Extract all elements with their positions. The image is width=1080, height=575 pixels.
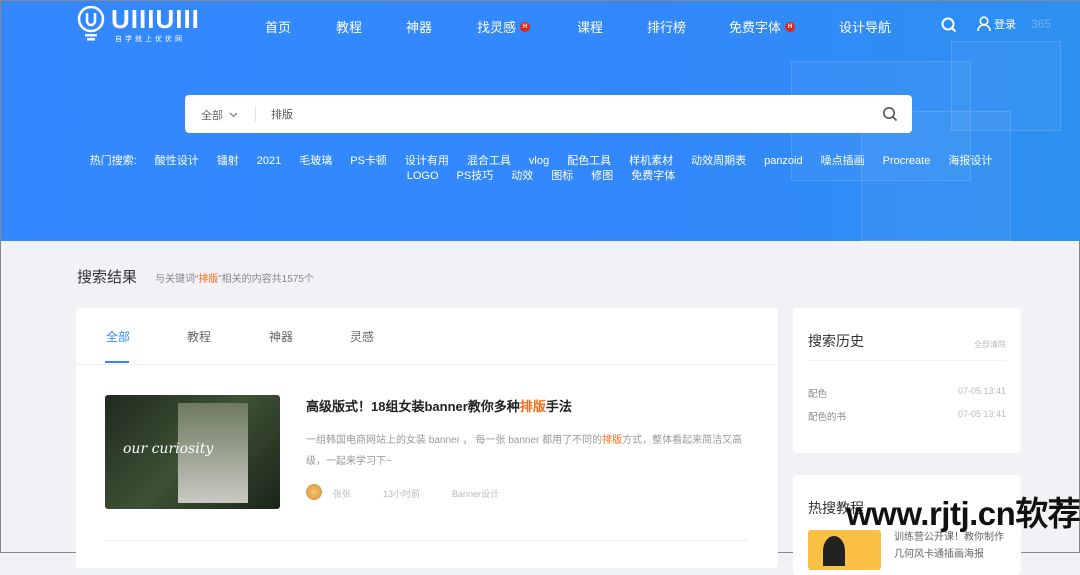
- title-text: 高级版式！18组女装banner教你多种: [306, 399, 520, 414]
- hot-search-term[interactable]: 配色工具: [567, 155, 611, 167]
- author-name[interactable]: 张张: [333, 487, 351, 500]
- hot-search-list: 热门搜索: 酸性设计 镭射 2021 毛玻璃 PS卡顿 设计有用 混合工具 vlog 配色工具 样机…: [1, 154, 1080, 184]
- history-time: 07-05 13:41: [957, 409, 1006, 419]
- hot-search-label: 热门搜索:: [89, 155, 137, 167]
- thumbnail-text: our curiosity: [123, 441, 214, 457]
- summary-suffix: ”相关的内容共1575个: [218, 274, 314, 285]
- hot-search-term[interactable]: 图标: [551, 170, 573, 182]
- post-time: 13小时前: [383, 489, 421, 499]
- clear-history-button[interactable]: 全部清除: [974, 339, 1006, 350]
- hot-search-term[interactable]: 动效周期表: [691, 155, 746, 167]
- hot-search-term[interactable]: 2021: [257, 155, 281, 167]
- hot-badge: H: [785, 22, 796, 32]
- nav-tutorials[interactable]: 教程: [336, 17, 362, 36]
- login-label: 登录: [994, 19, 1016, 31]
- hot-search-term[interactable]: 修图: [591, 170, 613, 182]
- summary-keyword: 排版: [198, 274, 219, 285]
- hot-search-term[interactable]: 样机素材: [629, 155, 673, 167]
- hot-badge: H: [520, 22, 531, 32]
- history-item[interactable]: 配色: [808, 386, 827, 400]
- title-keyword: 排版: [519, 399, 546, 414]
- thumbnail-figure: [823, 536, 845, 566]
- logo-bulb-icon: [77, 6, 105, 41]
- tab-tutorials[interactable]: 教程: [187, 328, 211, 345]
- category-select[interactable]: 全部: [201, 107, 238, 123]
- tab-tools[interactable]: 神器: [269, 328, 293, 345]
- hot-search-term[interactable]: PS卡顿: [350, 155, 387, 167]
- tab-inspiration[interactable]: 灵感: [350, 328, 374, 345]
- history-item[interactable]: 配色的书: [808, 409, 846, 423]
- article-thumbnail[interactable]: our curiosity: [105, 395, 280, 509]
- chevron-down-icon: [229, 112, 238, 118]
- nav-free-fonts[interactable]: 免费字体 H: [729, 17, 796, 36]
- results-panel: 全部 教程 神器 灵感 our curiosity 高级版式！18组女装bann…: [76, 308, 778, 568]
- hot-search-term[interactable]: LOGO: [407, 170, 439, 182]
- hot-search-term[interactable]: 免费字体: [631, 170, 675, 182]
- tab-all[interactable]: 全部: [106, 328, 130, 345]
- top-nav: UIIIUIII 自学就上优优网 首页 教程 神器 找灵感 H 课程 排行榜 免费…: [1, 1, 1080, 49]
- search-submit-icon[interactable]: [882, 106, 898, 122]
- history-title: 搜索历史: [808, 333, 864, 349]
- hot-search-term[interactable]: 镭射: [217, 155, 239, 167]
- tutorial-thumbnail[interactable]: [808, 530, 881, 570]
- hero-banner: UIIIUIII 自学就上优优网 首页 教程 神器 找灵感 H 课程 排行榜 免费…: [1, 1, 1080, 241]
- extra-link[interactable]: 365: [1031, 17, 1051, 31]
- page-title: 搜索结果: [77, 269, 138, 286]
- hot-search-term[interactable]: 动效: [511, 170, 533, 182]
- hot-search-term[interactable]: 噪点插画: [821, 155, 865, 167]
- decoration: [951, 41, 1061, 131]
- title-text: 手法: [545, 399, 572, 414]
- nav-design-navigation[interactable]: 设计导航: [839, 17, 891, 36]
- desc-keyword: 排版: [602, 435, 623, 446]
- logo[interactable]: UIIIUIII 自学就上优优网: [77, 4, 200, 43]
- logo-text: UIIIUIII: [111, 4, 200, 34]
- desc-text: 一组韩国电商网站上的女装 banner ， 每一张 banner 都用了不同的: [306, 435, 603, 446]
- hot-search-term[interactable]: panzoid: [764, 155, 803, 167]
- divider: [808, 360, 1006, 361]
- nav-home[interactable]: 首页: [265, 17, 291, 36]
- article-category[interactable]: Banner设计: [452, 487, 499, 500]
- login-button[interactable]: 登录: [977, 16, 1016, 32]
- search-icon[interactable]: [941, 17, 957, 33]
- logo-tagline: 自学就上优优网: [115, 36, 185, 43]
- category-value: 全部: [201, 110, 223, 122]
- search-bar: 全部: [185, 95, 912, 133]
- watermark: www.rjtj.cn软荐网: [846, 495, 1080, 532]
- divider: [105, 540, 749, 541]
- nav-inspiration[interactable]: 找灵感 H: [477, 17, 531, 36]
- nav-courses[interactable]: 课程: [577, 17, 603, 36]
- hot-search-term[interactable]: Procreate: [883, 155, 931, 167]
- user-icon: [977, 16, 991, 32]
- search-input[interactable]: [271, 104, 851, 124]
- nav-tools[interactable]: 神器: [406, 17, 432, 36]
- results-summary: 与关键词“排版”相关的内容共1575个: [155, 270, 314, 285]
- active-tab-indicator: [105, 361, 129, 363]
- hot-search-term[interactable]: vlog: [529, 155, 549, 167]
- hot-search-term[interactable]: 海报设计: [948, 155, 992, 167]
- hot-search-term[interactable]: 毛玻璃: [299, 155, 332, 167]
- history-time: 07-05 13:41: [957, 386, 1006, 396]
- hot-search-term[interactable]: 酸性设计: [155, 155, 199, 167]
- divider: [255, 106, 256, 122]
- article-description: 一组韩国电商网站上的女装 banner ， 每一张 banner 都用了不同的排…: [306, 430, 751, 472]
- nav-label: 免费字体: [729, 20, 782, 35]
- nav-label: 找灵感: [477, 20, 517, 35]
- hot-search-term[interactable]: 设计有用: [405, 155, 449, 167]
- summary-prefix: 与关键词“: [155, 274, 199, 285]
- divider: [76, 364, 778, 365]
- hot-search-term[interactable]: PS技巧: [457, 170, 494, 182]
- article-title[interactable]: 高级版式！18组女装banner教你多种排版手法: [306, 396, 572, 415]
- author-avatar[interactable]: [306, 484, 322, 500]
- nav-ranking[interactable]: 排行榜: [647, 17, 686, 36]
- hot-search-term[interactable]: 混合工具: [467, 155, 511, 167]
- search-history-card: 搜索历史 全部清除 配色 07-05 13:41 配色的书 07-05 13:4…: [793, 308, 1021, 453]
